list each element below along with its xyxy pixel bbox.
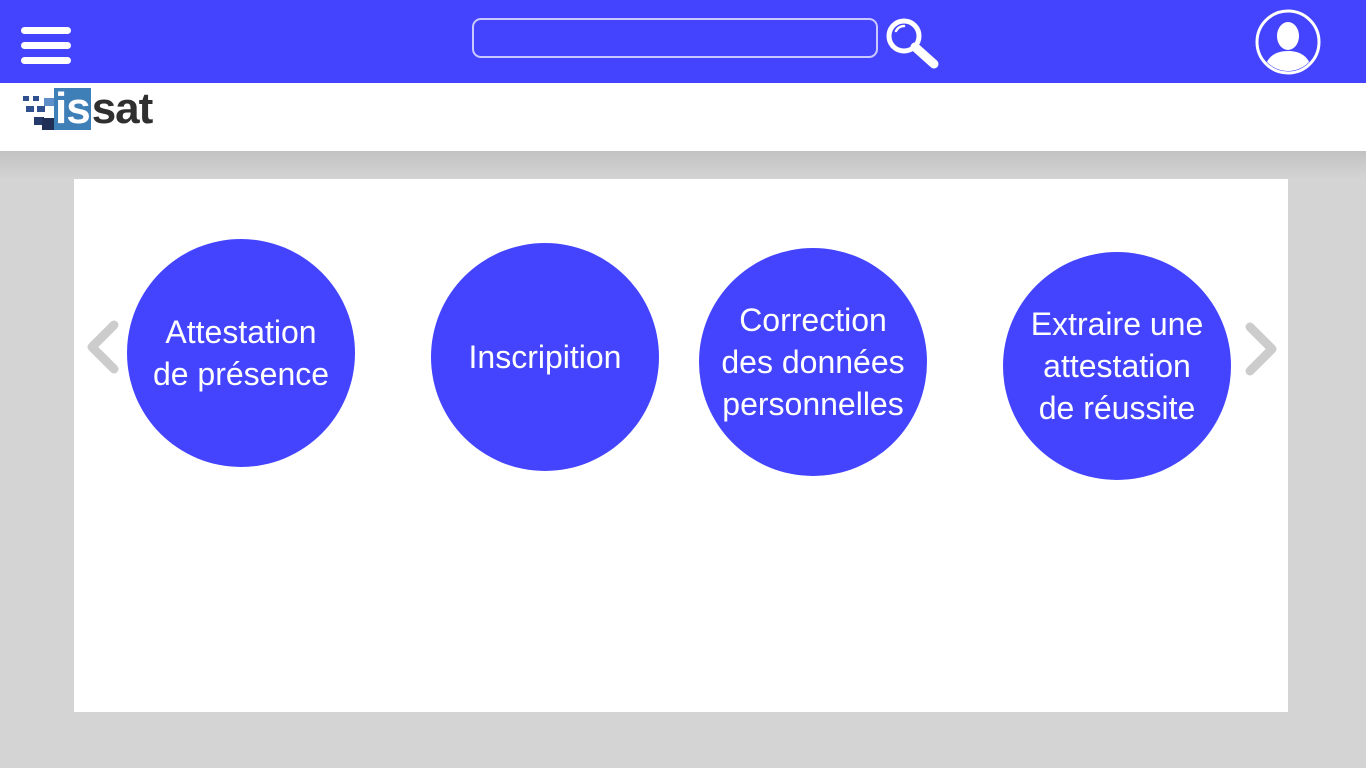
header-shadow [0,151,1366,179]
logo-text-sat: sat [91,84,154,133]
service-correction-donnees[interactable]: Correction des données personnelles [699,248,927,476]
chevron-left-icon[interactable] [82,317,122,377]
issat-logo[interactable]: is sat [20,84,190,148]
service-inscription[interactable]: Inscripition [431,243,659,471]
logo-wordmark: is sat [54,84,154,133]
search-input[interactable] [472,18,878,58]
service-attestation-reussite[interactable]: Extraire une attestation de réussite [1003,252,1231,480]
service-label: Attestation de présence [152,314,330,392]
service-label: Inscripition [468,339,622,375]
hamburger-menu-icon[interactable] [21,25,71,65]
chevron-right-icon[interactable] [1242,319,1282,379]
top-bar [0,0,1366,83]
service-attestation-presence[interactable]: Attestation de présence [127,239,355,467]
logo-bar: is sat [0,83,1366,151]
logo-text-is: is [54,84,91,133]
services-panel: Attestation de présence Inscripition Cor… [74,179,1288,712]
service-label: Correction des données personnelles [721,302,905,422]
service-label: Extraire une attestation de réussite [1030,306,1204,426]
user-avatar-icon[interactable] [1255,9,1321,75]
search-icon[interactable] [884,16,942,70]
